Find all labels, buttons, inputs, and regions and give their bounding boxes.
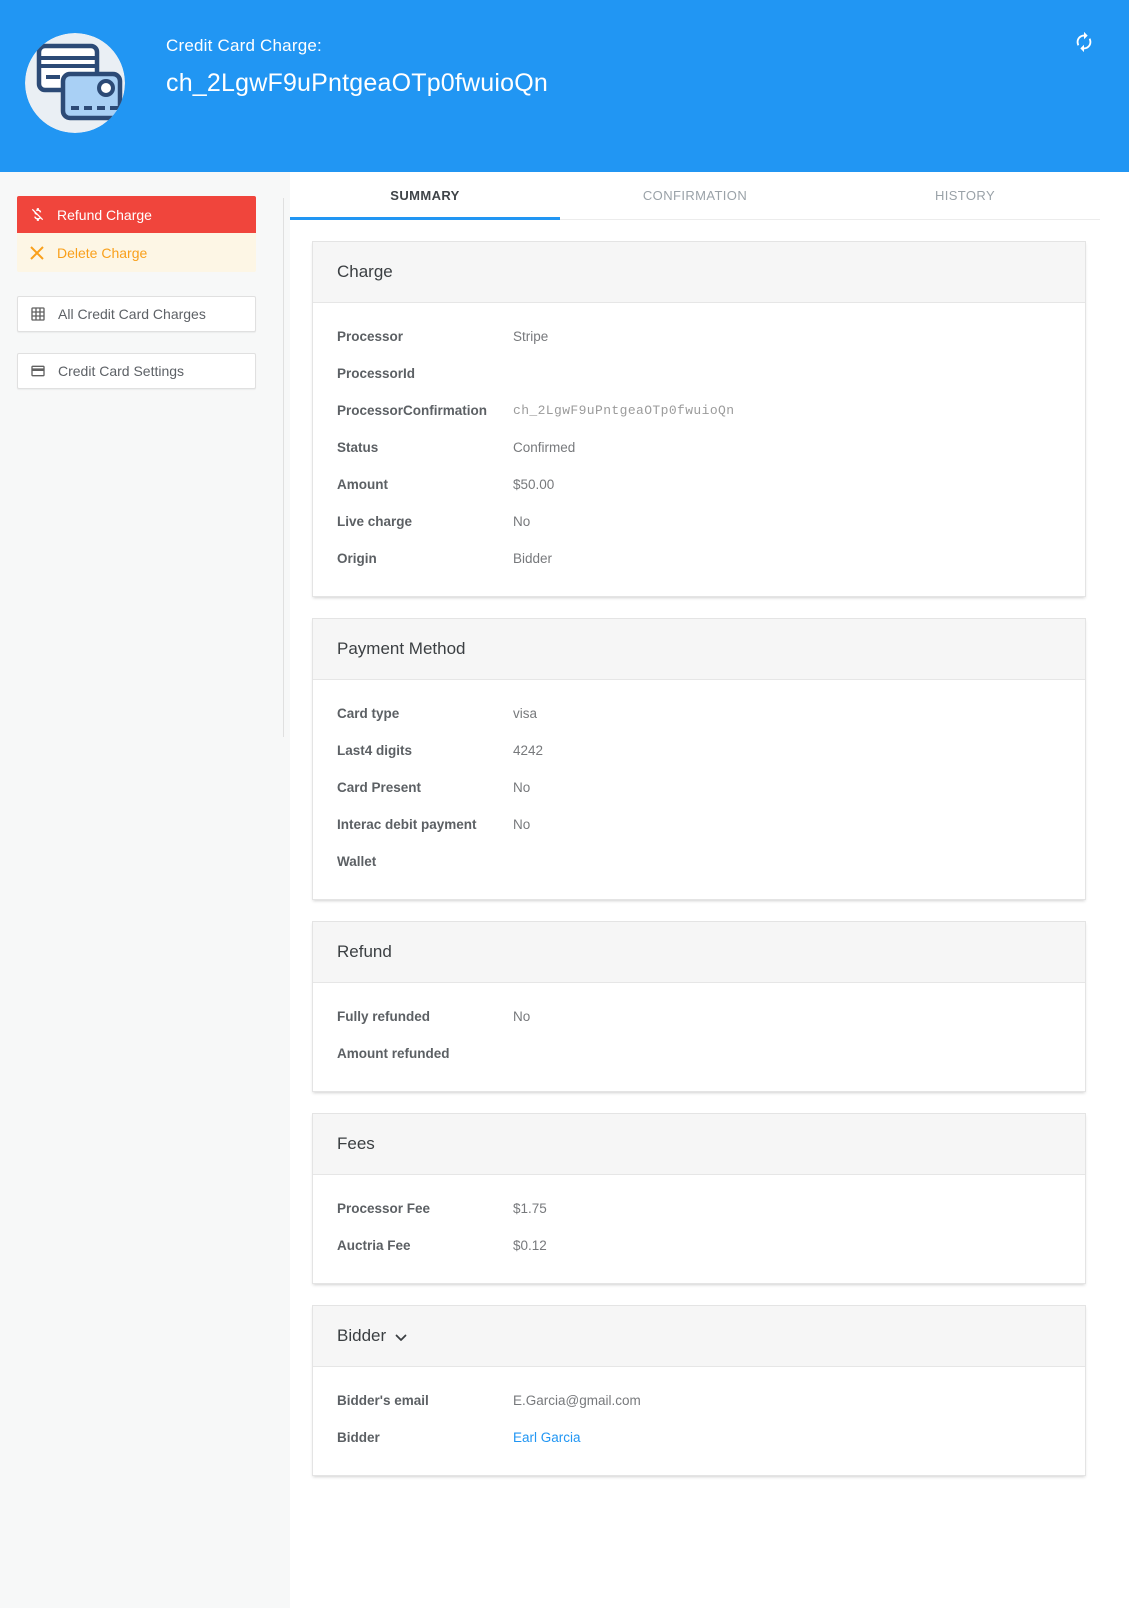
charge-card: Charge Processor Stripe ProcessorId Proc… xyxy=(312,241,1086,597)
tab-history[interactable]: HISTORY xyxy=(830,172,1100,219)
tab-summary[interactable]: SUMMARY xyxy=(290,172,560,219)
main-content: SUMMARY CONFIRMATION HISTORY Charge Proc… xyxy=(290,172,1129,1608)
bidder-card-header: Bidder xyxy=(313,1306,1085,1367)
refund-card-header: Refund xyxy=(313,922,1085,983)
credit-cards-icon xyxy=(25,33,125,133)
refund-card-title: Refund xyxy=(337,942,392,962)
payment-method-card-header: Payment Method xyxy=(313,619,1085,680)
tab-bar: SUMMARY CONFIRMATION HISTORY xyxy=(290,172,1100,220)
delete-charge-label: Delete Charge xyxy=(57,245,147,261)
detail-row: Fully refunded No xyxy=(337,998,1061,1035)
detail-row: Interac debit payment No xyxy=(337,806,1061,843)
all-credit-card-charges-label: All Credit Card Charges xyxy=(58,306,206,322)
fees-card: Fees Processor Fee $1.75 Auctria Fee $0.… xyxy=(312,1113,1086,1284)
refund-charge-button[interactable]: Refund Charge xyxy=(17,196,256,233)
sidebar: Refund Charge Delete Charge xyxy=(0,172,290,1608)
detail-row: Origin Bidder xyxy=(337,540,1061,577)
detail-row: Processor Stripe xyxy=(337,318,1061,355)
refund-card: Refund Fully refunded No Amount refunded xyxy=(312,921,1086,1092)
payment-method-card-title: Payment Method xyxy=(337,639,466,659)
header-eyebrow: Credit Card Charge: xyxy=(166,36,548,56)
money-off-icon xyxy=(28,206,46,223)
chevron-down-icon[interactable] xyxy=(395,1334,407,1342)
detail-row: Status Confirmed xyxy=(337,429,1061,466)
layout: Refund Charge Delete Charge xyxy=(0,172,1129,1608)
detail-row: Last4 digits 4242 xyxy=(337,732,1061,769)
close-icon xyxy=(28,246,46,260)
detail-row: Bidder's email E.Garcia@gmail.com xyxy=(337,1382,1061,1419)
detail-row: Processor Fee $1.75 xyxy=(337,1190,1061,1227)
detail-row: Wallet xyxy=(337,843,1061,880)
detail-row: Bidder Earl Garcia xyxy=(337,1419,1061,1456)
fees-card-header: Fees xyxy=(313,1114,1085,1175)
delete-charge-button[interactable]: Delete Charge xyxy=(17,233,256,272)
header-titles: Credit Card Charge: ch_2LgwF9uPntgeaOTp0… xyxy=(166,36,548,98)
bidder-link[interactable]: Earl Garcia xyxy=(513,1419,581,1456)
detail-row: Card type visa xyxy=(337,695,1061,732)
detail-row: ProcessorId xyxy=(337,355,1061,392)
bidder-card-title: Bidder xyxy=(337,1326,386,1346)
grid-icon xyxy=(29,306,47,322)
detail-row: Auctria Fee $0.12 xyxy=(337,1227,1061,1264)
charge-card-header: Charge xyxy=(313,242,1085,303)
bidder-card: Bidder Bidder's email E.Garcia@gmail.com xyxy=(312,1305,1086,1476)
refresh-button[interactable] xyxy=(1072,31,1096,55)
page-title: ch_2LgwF9uPntgeaOTp0fwuioQn xyxy=(166,69,548,98)
refresh-icon xyxy=(1073,41,1095,56)
page: Credit Card Charge: ch_2LgwF9uPntgeaOTp0… xyxy=(0,0,1129,1608)
charge-card-title: Charge xyxy=(337,262,393,282)
sidebar-action-stack: Refund Charge Delete Charge xyxy=(17,196,273,272)
credit-card-settings-label: Credit Card Settings xyxy=(58,363,184,379)
tab-confirmation[interactable]: CONFIRMATION xyxy=(560,172,830,219)
detail-row: ProcessorConfirmation ch_2LgwF9uPntgeaOT… xyxy=(337,392,1061,429)
summary-panel: Charge Processor Stripe ProcessorId Proc… xyxy=(290,220,1100,1557)
all-credit-card-charges-button[interactable]: All Credit Card Charges xyxy=(17,296,256,332)
credit-card-settings-button[interactable]: Credit Card Settings xyxy=(17,353,256,389)
page-header: Credit Card Charge: ch_2LgwF9uPntgeaOTp0… xyxy=(0,0,1129,172)
payment-method-card: Payment Method Card type visa Last4 digi… xyxy=(312,618,1086,900)
detail-row: Amount $50.00 xyxy=(337,466,1061,503)
fees-card-title: Fees xyxy=(337,1134,375,1154)
detail-row: Card Present No xyxy=(337,769,1061,806)
detail-row: Amount refunded xyxy=(337,1035,1061,1072)
processor-confirmation-value: ch_2LgwF9uPntgeaOTp0fwuioQn xyxy=(513,392,734,429)
refund-charge-label: Refund Charge xyxy=(57,207,152,223)
credit-card-icon xyxy=(29,363,47,379)
detail-row: Live charge No xyxy=(337,503,1061,540)
